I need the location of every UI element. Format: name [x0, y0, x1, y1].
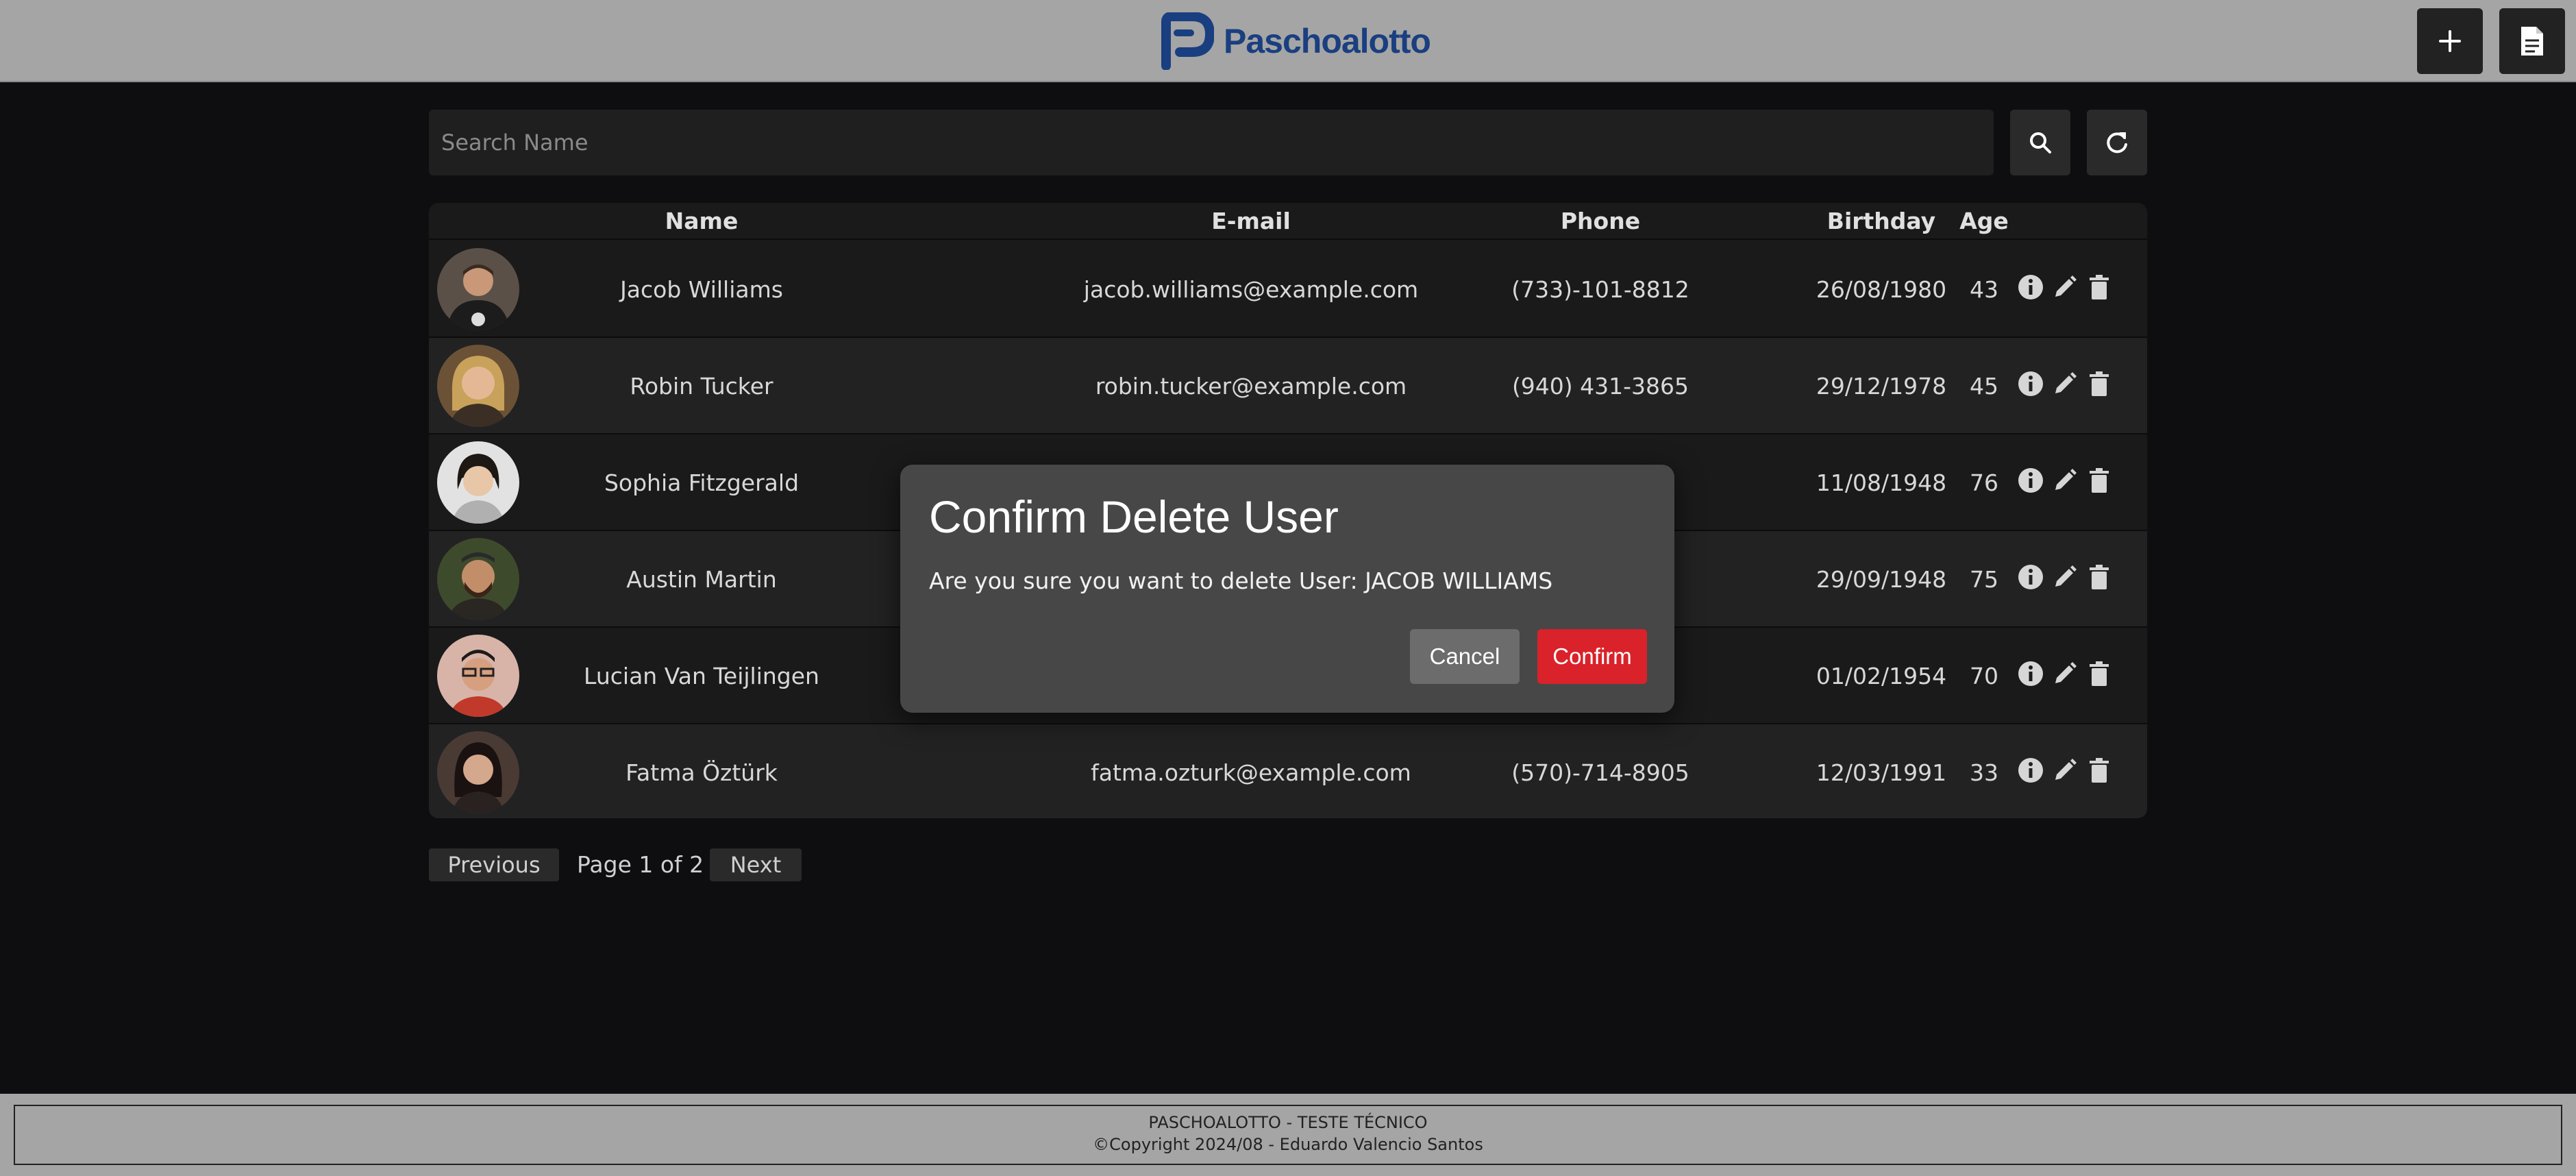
user-email: robin.tucker@example.com [1095, 373, 1407, 400]
info-icon [2018, 565, 2043, 589]
info-button[interactable] [2016, 465, 2046, 495]
brand-logo: Paschoalotto [1156, 12, 1431, 70]
search-button[interactable] [2010, 110, 2070, 175]
user-name: Lucian Van Teijlingen [584, 663, 819, 689]
delete-button[interactable] [2084, 369, 2114, 399]
report-button[interactable] [2499, 8, 2565, 74]
delete-button[interactable] [2084, 465, 2114, 495]
plus-icon [2439, 30, 2461, 52]
user-name: Austin Martin [626, 566, 777, 593]
delete-button[interactable] [2084, 272, 2114, 302]
footer-copyright: ©Copyright 2024/08 - Eduardo Valencio Sa… [1093, 1135, 1483, 1154]
dialog-title: Confirm Delete User [929, 491, 1339, 542]
row-actions [2016, 560, 2114, 594]
delete-button[interactable] [2084, 659, 2114, 689]
edit-button[interactable] [2050, 755, 2080, 785]
table-header: Name E-mail Phone Birthday Age [429, 203, 2147, 240]
footer-box: PASCHOALOTTO - TESTE TÉCNICO ©Copyright … [14, 1105, 2562, 1165]
info-button[interactable] [2016, 369, 2046, 399]
avatar [437, 635, 519, 717]
refresh-button[interactable] [2087, 110, 2147, 175]
info-icon [2018, 468, 2043, 493]
edit-pencil-icon [2055, 275, 2077, 297]
edit-pencil-icon [2055, 759, 2077, 780]
info-button[interactable] [2016, 755, 2046, 785]
brand-name: Paschoalotto [1224, 22, 1431, 60]
row-actions [2016, 657, 2114, 691]
row-actions [2016, 367, 2114, 401]
magnifier-icon [2030, 132, 2051, 154]
info-icon [2018, 661, 2043, 686]
user-phone: (570)-714-8905 [1511, 759, 1689, 786]
next-page-button[interactable]: Next [710, 848, 802, 881]
dialog-message: Are you sure you want to delete User: JA… [929, 567, 1553, 594]
user-email: jacob.williams@example.com [1083, 276, 1419, 303]
edit-pencil-icon [2055, 662, 2077, 683]
edit-button[interactable] [2050, 562, 2080, 592]
footer-title: PASCHOALOTTO - TESTE TÉCNICO [1148, 1113, 1428, 1132]
row-actions [2016, 463, 2114, 498]
app-footer: PASCHOALOTTO - TESTE TÉCNICO ©Copyright … [0, 1094, 2576, 1176]
edit-pencil-icon [2055, 372, 2077, 393]
delete-button[interactable] [2084, 562, 2114, 592]
trash-icon [2090, 661, 2109, 686]
confirm-delete-dialog: Confirm Delete User Are you sure you wan… [900, 465, 1674, 713]
logo-mark-icon [1161, 12, 1214, 70]
user-email: fatma.ozturk@example.com [1091, 759, 1411, 786]
trash-icon [2090, 468, 2109, 493]
trash-icon [2090, 371, 2109, 396]
app-header: Paschoalotto [0, 0, 2576, 82]
trash-icon [2090, 565, 2109, 589]
user-name: Robin Tucker [630, 373, 773, 400]
column-header-age: Age [1959, 208, 2009, 234]
edit-pencil-icon [2055, 469, 2077, 490]
search-input[interactable] [429, 110, 1994, 175]
row-actions [2016, 753, 2114, 787]
avatar [437, 248, 519, 330]
user-phone: (940) 431-3865 [1511, 373, 1689, 400]
document-icon [2521, 27, 2543, 56]
edit-button[interactable] [2050, 272, 2080, 302]
avatar [437, 345, 519, 427]
user-name: Sophia Fitzgerald [604, 469, 800, 496]
user-phone: (733)-101-8812 [1511, 276, 1689, 303]
page-indicator: Page 1 of 2 [577, 851, 704, 878]
edit-button[interactable] [2050, 659, 2080, 689]
info-button[interactable] [2016, 562, 2046, 592]
avatar [437, 731, 519, 813]
table-row: Robin Tucker robin.tucker@example.com (9… [429, 338, 2147, 434]
edit-button[interactable] [2050, 369, 2080, 399]
column-header-phone: Phone [1560, 208, 1641, 234]
cancel-button[interactable]: Cancel [1410, 629, 1520, 684]
trash-icon [2090, 275, 2109, 299]
previous-page-button[interactable]: Previous [429, 848, 559, 881]
info-icon [2018, 275, 2043, 299]
add-user-button[interactable] [2417, 8, 2483, 74]
edit-button[interactable] [2050, 465, 2080, 495]
info-button[interactable] [2016, 659, 2046, 689]
column-header-email: E-mail [1211, 208, 1291, 234]
refresh-icon [2107, 132, 2127, 154]
info-icon [2018, 758, 2043, 783]
table-row: Fatma Öztürk fatma.ozturk@example.com (5… [429, 724, 2147, 818]
info-button[interactable] [2016, 272, 2046, 302]
info-icon [2018, 371, 2043, 396]
edit-pencil-icon [2055, 565, 2077, 587]
confirm-button[interactable]: Confirm [1537, 629, 1647, 684]
user-name: Jacob Williams [620, 276, 783, 303]
column-header-name: Name [665, 208, 739, 234]
row-actions [2016, 270, 2114, 304]
user-name: Fatma Öztürk [626, 759, 778, 786]
table-row: Jacob Williams jacob.williams@example.co… [429, 241, 2147, 338]
avatar [437, 441, 519, 524]
avatar [437, 538, 519, 620]
delete-button[interactable] [2084, 755, 2114, 785]
trash-icon [2090, 758, 2109, 783]
